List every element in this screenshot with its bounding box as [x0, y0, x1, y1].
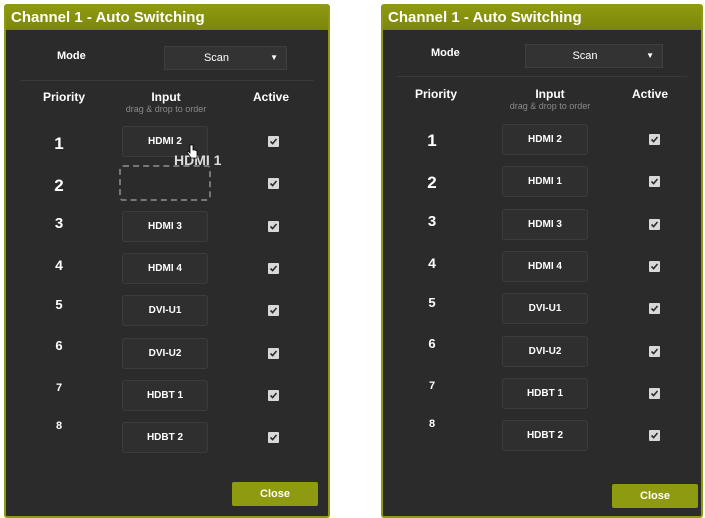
active-header: Active [252, 90, 290, 104]
input-item[interactable]: HDMI 1 [502, 166, 588, 198]
priority-number: 2 [54, 176, 64, 196]
checkbox-checked-icon[interactable] [268, 389, 279, 401]
hand-cursor-icon [186, 144, 198, 159]
active-header: Active [631, 87, 669, 101]
mode-value: Scan [203, 52, 230, 64]
checkbox-checked-icon[interactable] [268, 220, 279, 232]
input-item[interactable]: HDMI 4 [122, 252, 208, 284]
close-button[interactable]: Close [612, 484, 698, 508]
divider [20, 80, 314, 81]
priority-header: Priority [42, 90, 85, 104]
mode-select[interactable]: Scan ▼ [525, 44, 663, 68]
close-button[interactable]: Close [232, 482, 318, 506]
priority-number: 6 [428, 335, 436, 351]
priority-number: 5 [428, 295, 436, 311]
mode-value: Scan [572, 50, 598, 62]
checkbox-checked-icon[interactable] [268, 347, 279, 359]
priority-number: 1 [427, 131, 437, 150]
drop-placeholder [119, 165, 211, 201]
priority-number: 8 [428, 418, 436, 431]
checkbox-checked-icon[interactable] [649, 303, 660, 315]
input-item[interactable]: HDMI 3 [122, 210, 208, 242]
checkbox-checked-icon[interactable] [649, 176, 660, 188]
priority-number: 7 [428, 379, 436, 392]
input-hint: drag & drop to order [125, 104, 207, 114]
priority-number: 3 [427, 212, 437, 230]
input-item[interactable]: HDBT 1 [502, 377, 588, 409]
input-item[interactable]: HDBT 1 [122, 379, 208, 411]
checkbox-checked-icon[interactable] [268, 432, 279, 444]
priority-number: 3 [54, 214, 64, 232]
priority-number: 5 [55, 297, 63, 313]
input-item[interactable]: HDBT 2 [502, 420, 588, 452]
input-item[interactable]: DVI-U1 [502, 293, 588, 325]
checkbox-checked-icon[interactable] [649, 430, 660, 442]
auto-switching-dialog-right: Channel 1 - Auto Switching Mode Scan ▼ P… [381, 4, 703, 518]
auto-switching-dialog-left: Channel 1 - Auto Switching Mode Scan ▼ P… [4, 4, 330, 518]
priority-number: 4 [428, 254, 436, 271]
priority-number: 4 [55, 256, 63, 273]
input-header: Input [151, 90, 181, 104]
mode-select[interactable]: Scan ▼ [164, 46, 287, 70]
dialog-title: Channel 1 - Auto Switching [383, 6, 701, 30]
input-header: Input [535, 87, 565, 101]
checkbox-checked-icon[interactable] [649, 134, 660, 145]
checkbox-checked-icon[interactable] [649, 218, 660, 230]
input-item[interactable]: HDMI 4 [502, 250, 588, 282]
input-item[interactable]: DVI-U2 [122, 337, 208, 369]
checkbox-checked-icon[interactable] [268, 262, 279, 274]
checkbox-checked-icon[interactable] [268, 178, 279, 190]
checkbox-checked-icon[interactable] [268, 305, 279, 317]
priority-number: 6 [55, 337, 63, 353]
checkbox-checked-icon[interactable] [649, 345, 660, 357]
chevron-down-icon: ▼ [270, 53, 278, 62]
priority-number: 1 [54, 134, 64, 153]
divider [397, 76, 687, 77]
input-item[interactable]: HDMI 3 [502, 208, 588, 240]
checkbox-checked-icon[interactable] [268, 136, 279, 147]
checkbox-checked-icon[interactable] [649, 260, 660, 272]
input-item[interactable]: HDMI 2 [502, 124, 588, 155]
chevron-down-icon: ▼ [646, 51, 654, 60]
checkbox-checked-icon[interactable] [649, 387, 660, 399]
mode-label: Mode [431, 47, 460, 59]
input-item[interactable]: DVI-U1 [122, 295, 208, 327]
input-item[interactable]: HDBT 2 [122, 422, 208, 454]
dialog-title: Channel 1 - Auto Switching [6, 6, 328, 30]
input-item[interactable]: DVI-U2 [502, 335, 588, 367]
priority-number: 2 [427, 173, 437, 193]
priority-header: Priority [414, 87, 457, 101]
priority-number: 7 [55, 381, 63, 394]
input-hint: drag & drop to order [509, 101, 591, 111]
priority-number: 8 [55, 420, 63, 433]
mode-label: Mode [57, 50, 86, 62]
